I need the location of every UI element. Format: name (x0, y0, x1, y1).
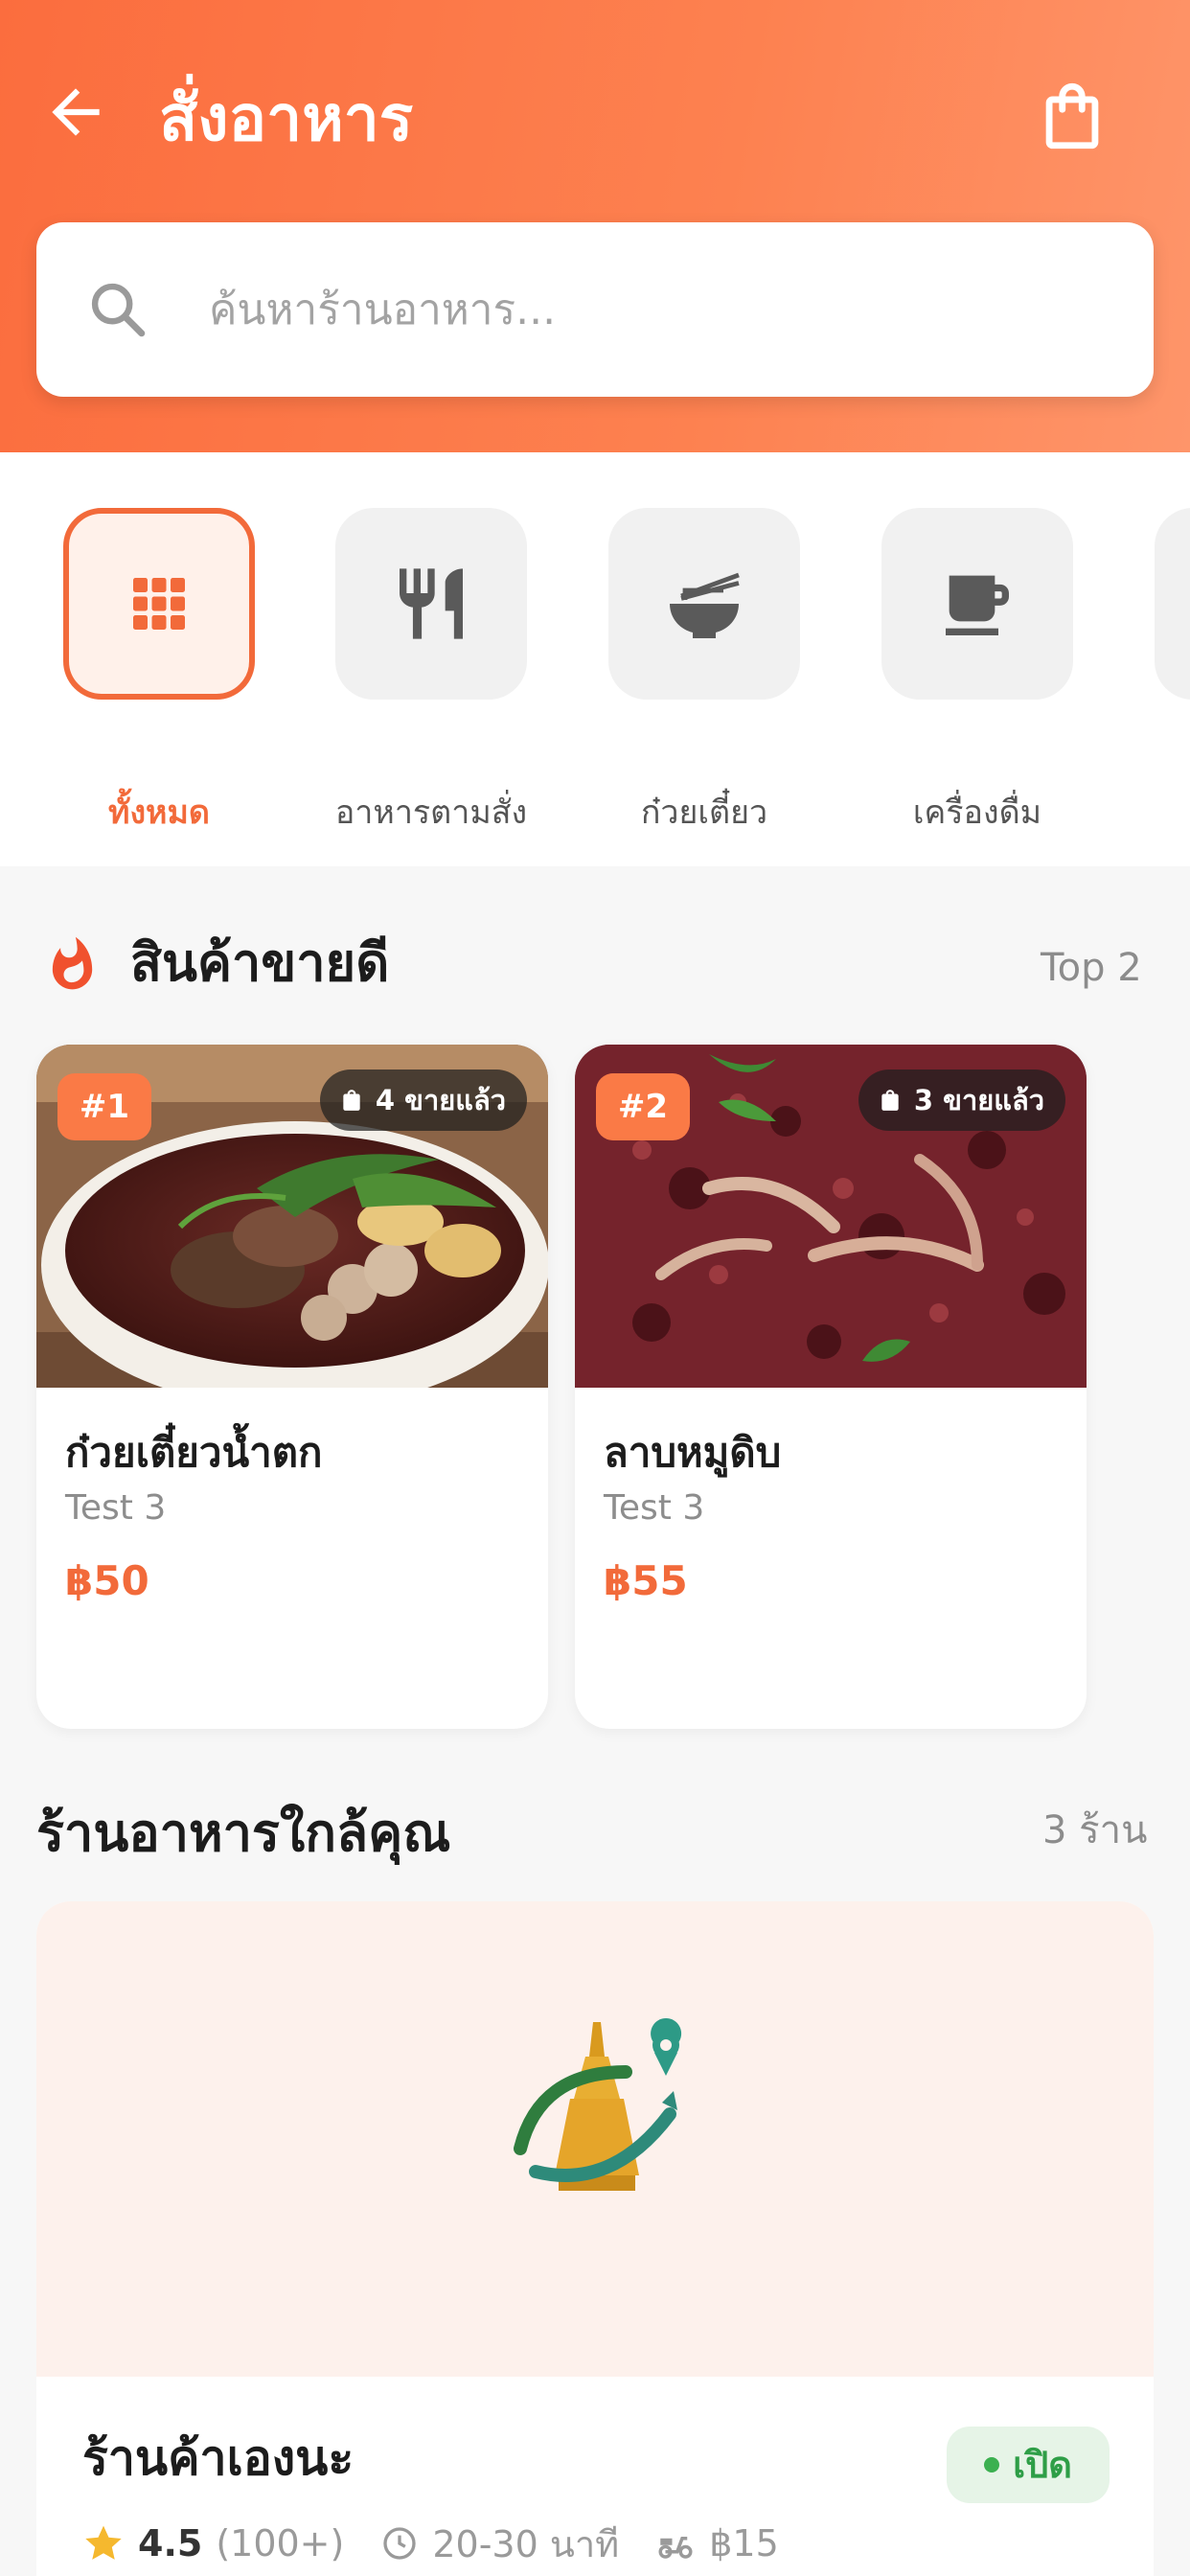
page-title: สั่งอาหาร (159, 81, 414, 155)
shopping-bag-icon (881, 1090, 899, 1111)
category-drinks[interactable]: เครื่องดื่ม (881, 508, 1073, 832)
search-input[interactable] (209, 270, 1071, 349)
nearby-title: ร้านอาหารใกล้คุณ (36, 1803, 451, 1863)
product-shop: Test 3 (65, 1488, 167, 1528)
rank-badge: #2 (596, 1073, 690, 1140)
product-name: ก๋วยเตี๋ยวน้ำตก (65, 1429, 323, 1476)
product-price: ฿55 (604, 1557, 688, 1604)
category-noodles[interactable]: ก๋วยเตี๋ยว (608, 508, 800, 832)
product-price: ฿50 (65, 1557, 149, 1604)
back-button[interactable] (40, 77, 111, 148)
category-label: อาหารตามสั่ง (334, 794, 528, 832)
category-more[interactable]: ข (1155, 508, 1190, 700)
noodle-bowl-icon (670, 572, 740, 638)
fire-icon (52, 936, 93, 990)
restaurant-name: ร้านค้าเองนะ (82, 2430, 355, 2486)
scooter-icon (658, 2537, 693, 2559)
search-bar[interactable] (36, 222, 1154, 397)
cart-button[interactable] (1033, 77, 1111, 155)
status-dot (984, 2457, 1000, 2472)
star-icon (85, 2525, 122, 2560)
category-label: เครื่องดื่ม (912, 794, 1042, 832)
delivery-time: 20-30 นาที (432, 2522, 620, 2565)
restaurant-logo (514, 2018, 682, 2191)
clock-icon (383, 2527, 417, 2560)
arrow-left-icon (52, 88, 100, 136)
coffee-cup-icon (946, 575, 1009, 635)
bestsellers-count[interactable]: Top 2 (1041, 939, 1142, 997)
status-badge: เปิด (947, 2426, 1110, 2503)
product-card[interactable]: #2 3 ขายแล้ว ลาบหมูดิบ Test 3 ฿55 (575, 1045, 1087, 1729)
utensils-icon (400, 568, 463, 639)
shopping-bag-icon (343, 1090, 360, 1111)
search-icon (91, 283, 146, 337)
category-label: ทั้งหมด (108, 794, 210, 832)
bestsellers-title: สินค้าขายดี (130, 932, 390, 993)
category-all[interactable]: ทั้งหมด (63, 508, 255, 832)
sold-count: 3 ขายแล้ว (913, 1084, 1044, 1116)
review-count: (100+) (216, 2522, 345, 2564)
category-label: ก๋วยเตี๋ยว (640, 794, 768, 832)
sold-badge: 4 ขายแล้ว (319, 1070, 527, 1131)
sold-count: 4 ขายแล้ว (375, 1084, 506, 1116)
restaurant-meta: 4.5 (100+) 20-30 นาที ฿15 (82, 2515, 779, 2572)
category-label: ข (1116, 786, 1190, 838)
product-name: ลาบหมูดิบ (604, 1429, 782, 1476)
rating-value: 4.5 (138, 2522, 203, 2564)
sold-badge: 3 ขายแล้ว (858, 1070, 1065, 1131)
shopping-bag-icon (1045, 82, 1099, 150)
rank-badge: #1 (57, 1073, 151, 1140)
product-card[interactable]: #1 4 ขายแล้ว ก๋วยเตี๋ยวน้ำตก Test 3 ฿50 (36, 1045, 548, 1729)
restaurant-banner (36, 1901, 1154, 2377)
product-shop: Test 3 (604, 1488, 705, 1528)
category-strip: ทั้งหมด อาหารตามสั่ง ก๋วยเตี๋ยว เครื่องด… (0, 452, 1190, 866)
delivery-fee: ฿15 (709, 2522, 779, 2564)
app-header: สั่งอาหาร (0, 0, 1190, 452)
restaurant-card[interactable]: ร้านค้าเองนะ เปิด 4.5 (100+) 20-30 นาที … (36, 1901, 1154, 2576)
status-label: เปิด (1013, 2444, 1072, 2486)
nearby-count[interactable]: 3 ร้าน (1042, 1802, 1147, 1859)
grid-icon (133, 578, 185, 630)
category-made-to-order[interactable]: อาหารตามสั่ง (335, 508, 527, 832)
category-icon (1155, 508, 1190, 700)
